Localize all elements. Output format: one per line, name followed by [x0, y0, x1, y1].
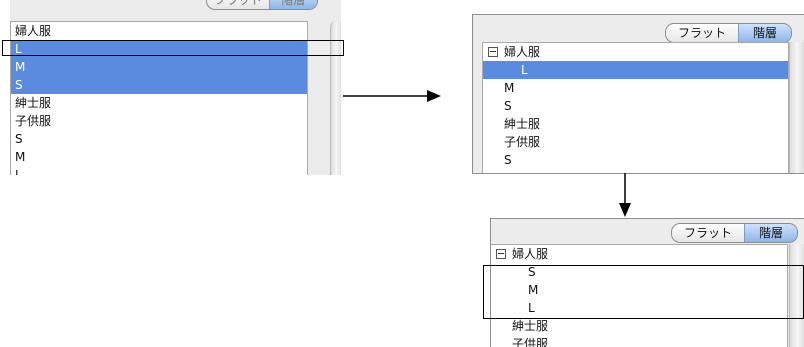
list-item[interactable]: M — [11, 148, 307, 166]
view-mode-segmented-control[interactable]: フラット 階層 — [665, 23, 792, 43]
tree-parent-label: 婦人服 — [504, 45, 541, 59]
flat-list-window: フラット 階層 婦人服 L M S 紳士服 子供服 S M L — [10, 0, 341, 175]
list-item[interactable]: L — [11, 166, 307, 175]
list-item[interactable]: S — [483, 97, 788, 115]
list-item[interactable]: 紳士服 — [483, 115, 788, 133]
list-item[interactable]: 紳士服 — [491, 317, 787, 335]
list-item[interactable]: S — [483, 151, 788, 169]
list-item[interactable]: 婦人服 — [11, 22, 307, 40]
list-item[interactable]: 紳士服 — [11, 94, 307, 112]
view-mode-segmented-control[interactable]: フラット 階層 — [206, 0, 318, 10]
arrow-right-icon — [343, 90, 441, 102]
list-item-selected[interactable]: M — [11, 58, 307, 76]
hierarchy-segment[interactable]: 階層 — [269, 0, 317, 9]
tree-item-list[interactable]: 婦人服 L M S 紳士服 子供服 S — [482, 42, 789, 173]
list-item[interactable]: S — [11, 130, 307, 148]
collapse-icon[interactable] — [488, 46, 498, 57]
flat-segment[interactable]: フラット — [666, 24, 738, 42]
highlight-box — [2, 40, 344, 56]
tree-list-window-1: フラット 階層 婦人服 L M S 紳士服 子供服 S — [472, 14, 804, 174]
tree-parent-row[interactable]: 婦人服 — [483, 43, 788, 61]
hierarchy-segment[interactable]: 階層 — [744, 224, 797, 242]
flat-segment[interactable]: フラット — [207, 0, 269, 9]
tree-child-selected[interactable]: L — [483, 61, 788, 79]
collapse-icon[interactable] — [496, 248, 506, 259]
list-item-selected[interactable]: S — [11, 76, 307, 94]
tree-parent-row[interactable]: 婦人服 — [491, 245, 787, 263]
arrow-down-icon — [619, 173, 631, 217]
list-item[interactable]: 子供服 — [11, 112, 307, 130]
list-item[interactable]: 子供服 — [483, 133, 788, 151]
list-item[interactable]: M — [483, 79, 788, 97]
tree-parent-label: 婦人服 — [512, 247, 549, 261]
vertical-scrollbar[interactable] — [789, 42, 804, 173]
view-mode-segmented-control[interactable]: フラット 階層 — [671, 223, 798, 243]
highlight-box — [483, 265, 804, 319]
list-item[interactable]: 子供服 — [491, 335, 787, 347]
hierarchy-segment[interactable]: 階層 — [738, 24, 791, 42]
flat-segment[interactable]: フラット — [672, 224, 744, 242]
